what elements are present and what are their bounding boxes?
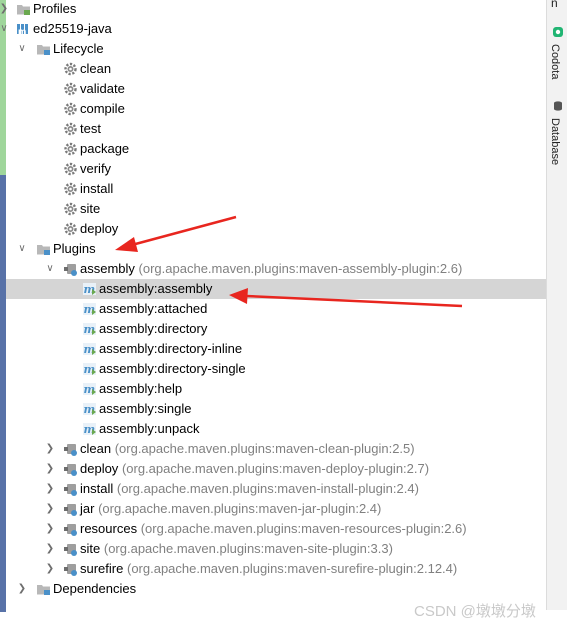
annotation-overlay xyxy=(115,215,463,308)
annotation-arrow-assembly-shaft xyxy=(245,294,463,308)
annotation-arrow-plugins-shaft xyxy=(127,215,237,248)
annotation-arrow-assembly-head xyxy=(229,288,248,304)
annotation-arrow-plugins-head xyxy=(115,237,138,252)
